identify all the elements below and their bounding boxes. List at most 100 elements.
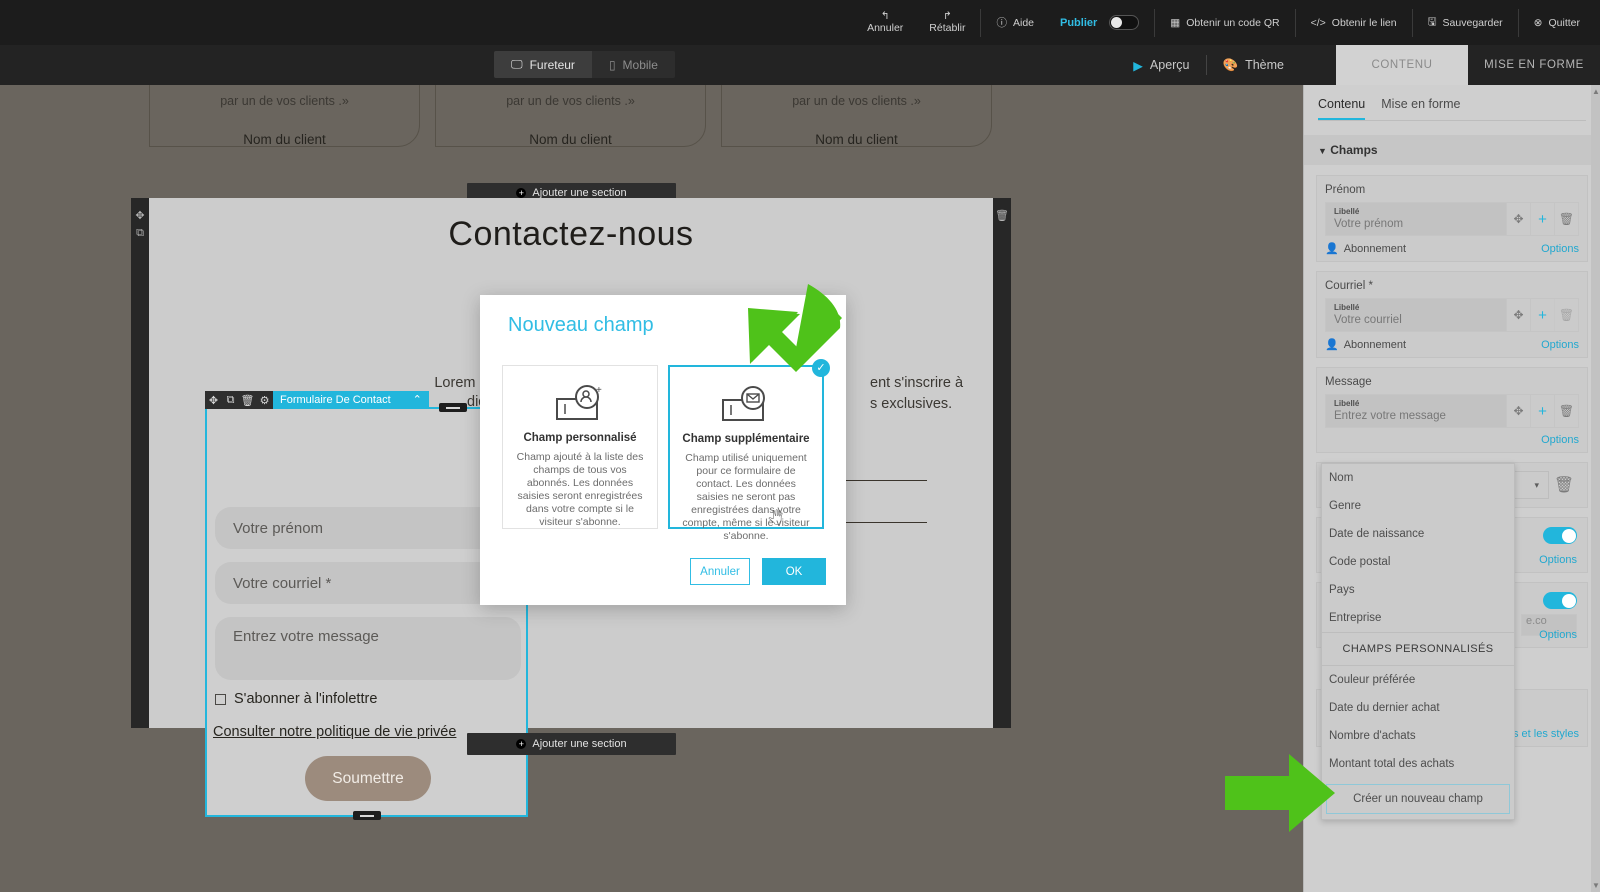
save-icon: 🖫 (1427, 15, 1437, 28)
dropdown-item-date-dernier-achat[interactable]: Date du dernier achat (1322, 694, 1514, 722)
publish-label: Publier (1060, 16, 1098, 29)
trash-icon: 🗑 (1554, 299, 1578, 331)
save-button[interactable]: 🖫 Sauvegarder (1415, 0, 1516, 45)
page-subtitle-right: ent s'inscrire à s exclusives. (870, 373, 963, 415)
trash-icon[interactable]: 🗑 (1554, 395, 1578, 427)
panel-tab-contenu[interactable]: Contenu (1318, 97, 1366, 120)
submit-button[interactable]: Soumettre (305, 756, 431, 801)
qr-code-button[interactable]: ▦ Obtenir un code QR (1157, 0, 1292, 45)
new-field-modal[interactable]: Nouveau champ ✕ + Champ personnalisé Cha… (480, 295, 846, 605)
section-left-rail[interactable]: ✥ ⧉ (131, 198, 149, 728)
person-icon: 👤 (1325, 339, 1339, 351)
widget-title-chip[interactable]: Formulaire De Contact ⌃ (273, 391, 429, 409)
panel-tab-mise-en-forme[interactable]: Mise en forme (1381, 97, 1460, 120)
newsletter-checkbox[interactable] (215, 693, 226, 705)
testimonials-section[interactable]: par un de vos clients .» Nom du client p… (0, 85, 1303, 198)
field-type-dropdown[interactable]: Nom Genre Date de naissance Code postal … (1321, 463, 1515, 820)
option-description: Champ ajouté à la liste des champs de to… (516, 451, 644, 528)
dropdown-item-code-postal[interactable]: Code postal (1322, 548, 1514, 576)
move-icon[interactable]: ✥ (1506, 299, 1530, 331)
device-switch: 🖵 Fureteur ▯ Mobile (494, 51, 675, 78)
field-options-link[interactable]: Options (1541, 243, 1579, 255)
redo-button[interactable]: ↱ Rétablir (916, 0, 978, 45)
newsletter-checkbox-row[interactable]: S'abonner à l'infolettre (215, 691, 377, 707)
theme-button[interactable]: 🎨 Thème (1207, 58, 1300, 73)
canvas-tools: ▶ Aperçu 🎨 Thème (1117, 45, 1300, 85)
dropdown-item-pays[interactable]: Pays (1322, 576, 1514, 604)
device-desktop-button[interactable]: 🖵 Fureteur (494, 51, 592, 78)
page-subtitle-right-line1: ent s'inscrire à (870, 375, 964, 391)
device-mobile-button[interactable]: ▯ Mobile (592, 51, 675, 78)
get-link-button[interactable]: </> Obtenir le lien (1298, 0, 1410, 45)
plus-icon[interactable]: + (1530, 299, 1554, 331)
toggle-switch[interactable] (1543, 527, 1577, 544)
subscription-row: 👤 Abonnement (1325, 242, 1406, 256)
move-icon[interactable]: ✥ (1506, 395, 1530, 427)
cancel-button[interactable]: Annuler (690, 558, 750, 585)
field-label-input[interactable]: Libellé Entrez votre message (1326, 395, 1506, 427)
testimonial-card[interactable]: par un de vos clients .» Nom du client (435, 85, 706, 147)
trash-icon[interactable]: 🗑 (1549, 471, 1579, 499)
option-card-champ-supplementaire[interactable]: ✓ Champ supplémentaire Champ utilisé uni… (668, 359, 830, 542)
testimonial-card[interactable]: par un de vos clients .» Nom du client (721, 85, 992, 147)
move-icon[interactable]: ✥ (131, 198, 149, 225)
move-icon[interactable]: ✥ (205, 394, 222, 407)
undo-button[interactable]: ↰ Annuler (854, 0, 916, 45)
trash-icon[interactable]: 🗑 (1554, 203, 1578, 235)
tab-contenu[interactable]: CONTENU (1336, 45, 1468, 85)
toggle-options-link[interactable]: Options (1539, 629, 1577, 641)
field-label-input[interactable]: Libellé Votre courriel (1326, 299, 1506, 331)
field-card-prenom[interactable]: Prénom Libellé Votre prénom ✥ + 🗑 👤 Abon… (1316, 175, 1588, 262)
privacy-policy-link[interactable]: Consulter notre politique de vie privée (213, 724, 456, 740)
message-input[interactable]: Entrez votre message (215, 617, 521, 680)
champs-section-header[interactable]: ▼ Champs (1304, 135, 1600, 165)
plus-icon[interactable]: + (1530, 395, 1554, 427)
field-card-courriel[interactable]: Courriel * Libellé Votre courriel ✥ + 🗑 … (1316, 271, 1588, 358)
dropdown-item-entreprise[interactable]: Entreprise (1322, 604, 1514, 632)
email-input[interactable]: Votre courriel * (215, 562, 521, 604)
testimonial-card[interactable]: par un de vos clients .» Nom du client (149, 85, 420, 147)
field-options-link[interactable]: Options (1541, 339, 1579, 351)
dropdown-item-couleur-preferee[interactable]: Couleur préférée (1322, 666, 1514, 694)
exit-button[interactable]: ⊗ Quitter (1521, 0, 1600, 45)
ok-button[interactable]: OK (762, 558, 826, 585)
preview-button[interactable]: ▶ Aperçu (1117, 58, 1205, 73)
firstname-input[interactable]: Votre prénom (215, 507, 521, 549)
theme-label: Thème (1245, 58, 1284, 72)
duplicate-icon[interactable]: ⧉ (222, 394, 239, 407)
field-card-message[interactable]: Message Libellé Entrez votre message ✥ +… (1316, 367, 1588, 453)
add-section-button-bottom[interactable]: + Ajouter une section (467, 733, 676, 755)
widget-handle-bottom[interactable] (352, 811, 381, 820)
field-label-input[interactable]: Libellé Votre prénom (1326, 203, 1506, 235)
close-icon[interactable]: ✕ (814, 303, 834, 322)
create-new-field-button[interactable]: Créer un nouveau champ (1326, 784, 1510, 814)
field-title: Prénom (1325, 184, 1366, 196)
dropdown-item-nom[interactable]: Nom (1322, 464, 1514, 492)
option-card-champ-personnalise[interactable]: + Champ personnalisé Champ ajouté à la l… (502, 365, 658, 529)
dropdown-item-genre[interactable]: Genre (1322, 492, 1514, 520)
toggle-switch[interactable] (1543, 592, 1577, 609)
help-button[interactable]: ⓘ Aide (983, 0, 1047, 45)
widget-handle-top[interactable] (438, 403, 467, 412)
person-add-field-icon: + (513, 380, 647, 428)
section-right-rail[interactable]: 🗑 (993, 198, 1011, 728)
plus-icon[interactable]: + (1530, 203, 1554, 235)
panel-scrollbar[interactable]: ▲ ▼ (1591, 85, 1600, 892)
publish-toggle[interactable] (1109, 15, 1140, 30)
chevron-up-icon[interactable]: ⌃ (413, 391, 422, 409)
toggle-options-link[interactable]: Options (1539, 554, 1577, 566)
tab-mise-en-forme[interactable]: MISE EN FORME (1468, 45, 1600, 85)
dropdown-item-montant-total-achats[interactable]: Montant total des achats (1322, 750, 1514, 778)
scroll-down-icon[interactable]: ▼ (1592, 881, 1600, 890)
scroll-up-icon[interactable]: ▲ (1592, 87, 1600, 96)
field-options-link[interactable]: Options (1541, 434, 1579, 446)
dropdown-item-nombre-achats[interactable]: Nombre d'achats (1322, 722, 1514, 750)
gear-icon[interactable]: ⚙ (256, 394, 273, 407)
publish-control[interactable]: Publier (1047, 0, 1152, 45)
dropdown-item-date-naissance[interactable]: Date de naissance (1322, 520, 1514, 548)
trash-icon[interactable]: 🗑 (993, 198, 1011, 225)
duplicate-icon[interactable]: ⧉ (131, 225, 149, 242)
move-icon[interactable]: ✥ (1506, 203, 1530, 235)
trash-icon[interactable]: 🗑 (239, 394, 256, 407)
panel-tabs: Contenu Mise en forme (1304, 85, 1600, 120)
